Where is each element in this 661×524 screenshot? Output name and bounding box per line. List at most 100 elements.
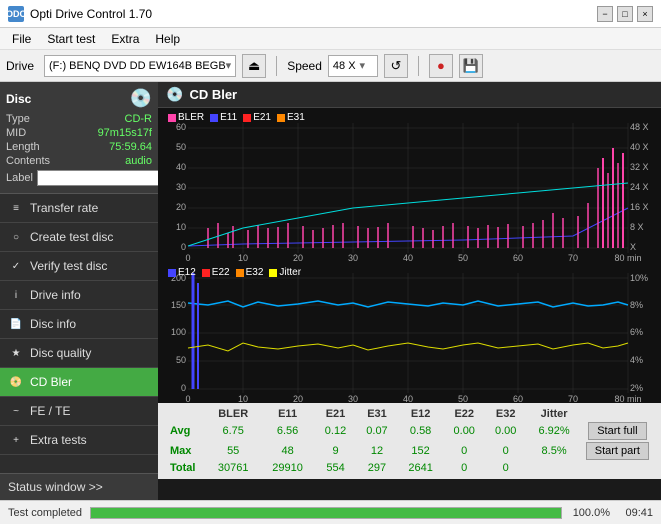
type-value: CD-R [125,113,153,125]
max-e11: 48 [260,441,314,461]
svg-text:50: 50 [458,394,468,403]
avg-e11: 6.56 [260,421,314,441]
svg-text:50: 50 [176,142,186,152]
maximize-button[interactable]: □ [617,6,633,22]
title-bar-controls: − □ × [597,6,653,22]
disc-title: Disc [6,92,31,106]
sidebar-item-extra-tests[interactable]: + Extra tests [0,426,158,455]
refresh-button[interactable]: ↺ [384,54,408,78]
close-button[interactable]: × [637,6,653,22]
menu-start-test[interactable]: Start test [39,30,103,48]
svg-text:0: 0 [185,394,190,403]
max-e12: 152 [398,441,444,461]
stats-col-actions [582,407,653,421]
legend-jitter-label: Jitter [279,267,301,278]
sidebar-item-cd-bler[interactable]: 📀 CD Bler [0,368,158,397]
svg-text:40 X: 40 X [630,142,649,152]
menu-help[interactable]: Help [147,30,188,48]
avg-e31: 0.07 [356,421,397,441]
svg-text:80 min: 80 min [614,394,641,403]
avg-e12: 0.58 [398,421,444,441]
stats-header-row: BLER E11 E21 E31 E12 E22 E32 Jitter [166,407,653,421]
legend-e12-label: E12 [178,267,196,278]
svg-text:10: 10 [176,222,186,232]
legend-e21: E21 [243,112,271,123]
sidebar-item-create-test-disc-label: Create test disc [30,230,113,244]
sidebar-item-transfer-rate[interactable]: ≡ Transfer rate [0,194,158,223]
speed-select[interactable]: 48 X ▾ [328,55,378,77]
verify-test-disc-icon: ✓ [8,258,24,274]
legend-bler: BLER [168,112,204,123]
start-full-button[interactable]: Start full [588,422,646,440]
sidebar-item-disc-quality-label: Disc quality [30,346,91,360]
svg-text:10: 10 [238,394,248,403]
stats-col-bler: BLER [206,407,260,421]
sidebar-item-fe-te[interactable]: ~ FE / TE [0,397,158,426]
top-legend: BLER E11 E21 E31 [162,110,311,125]
svg-text:40: 40 [176,162,186,172]
svg-text:10%: 10% [630,273,648,283]
sidebar-item-verify-test-disc[interactable]: ✓ Verify test disc [0,252,158,281]
svg-text:100: 100 [171,327,186,337]
start-part-cell: Start part [582,441,653,461]
e31-dot [277,114,285,122]
menu-extra[interactable]: Extra [103,30,147,48]
separator2 [418,56,419,76]
svg-text:60: 60 [513,394,523,403]
e22-dot [202,269,210,277]
total-bler: 30761 [206,461,260,475]
label-input[interactable] [37,170,171,186]
svg-text:24 X: 24 X [630,182,649,192]
svg-text:30: 30 [176,182,186,192]
legend-e11: E11 [210,112,237,123]
svg-text:0: 0 [181,242,186,252]
e21-dot [243,114,251,122]
disc-quality-icon: ★ [8,345,24,361]
eject-button[interactable]: ⏏ [242,54,266,78]
minimize-button[interactable]: − [597,6,613,22]
avg-e32: 0.00 [485,421,526,441]
svg-text:30: 30 [348,253,358,263]
top-chart-wrapper: BLER E11 E21 E31 [158,108,661,263]
max-jitter: 8.5% [526,441,581,461]
drive-select[interactable]: (F:) BENQ DVD DD EW164B BEGB ▾ [44,55,236,77]
speed-value: 48 X [333,60,356,72]
separator [276,56,277,76]
svg-text:40: 40 [403,394,413,403]
svg-text:20: 20 [293,253,303,263]
legend-e22: E22 [202,267,230,278]
sidebar-item-drive-info[interactable]: i Drive info [0,281,158,310]
svg-text:8%: 8% [630,300,643,310]
sidebar-item-extra-tests-label: Extra tests [30,433,87,447]
stats-col-e12: E12 [398,407,444,421]
svg-text:70: 70 [568,253,578,263]
disc-label-row: Label 🔍 [6,169,152,187]
legend-e31-label: E31 [287,112,305,123]
start-part-button[interactable]: Start part [586,442,649,460]
legend-e22-label: E22 [212,267,230,278]
menu-file[interactable]: File [4,30,39,48]
app-icon: ODC [8,6,24,22]
burn-button[interactable]: ● [429,54,453,78]
save-button[interactable]: 💾 [459,54,483,78]
toolbar: Drive (F:) BENQ DVD DD EW164B BEGB ▾ ⏏ S… [0,50,661,82]
sidebar-item-disc-info[interactable]: 📄 Disc info [0,310,158,339]
stats-col-e22: E22 [444,407,485,421]
svg-text:50: 50 [176,355,186,365]
contents-key: Contents [6,155,50,167]
e32-dot [236,269,244,277]
extra-tests-icon: + [8,432,24,448]
disc-header: Disc 💿 [6,88,152,109]
app-title: Opti Drive Control 1.70 [30,7,152,21]
bottom-chart-wrapper: E12 E22 E32 Jitter [158,263,661,403]
svg-text:48 X: 48 X [630,122,649,132]
sidebar-item-disc-info-label: Disc info [30,317,76,331]
create-test-disc-icon: ○ [8,229,24,245]
sidebar-item-drive-info-label: Drive info [30,288,81,302]
svg-text:50: 50 [458,253,468,263]
sidebar-item-disc-quality[interactable]: ★ Disc quality [0,339,158,368]
stats-data-table: BLER E11 E21 E31 E12 E22 E32 Jitter Avg [166,407,653,475]
sidebar-item-create-test-disc[interactable]: ○ Create test disc [0,223,158,252]
max-e31: 12 [356,441,397,461]
status-window-button[interactable]: Status window >> [0,473,158,500]
